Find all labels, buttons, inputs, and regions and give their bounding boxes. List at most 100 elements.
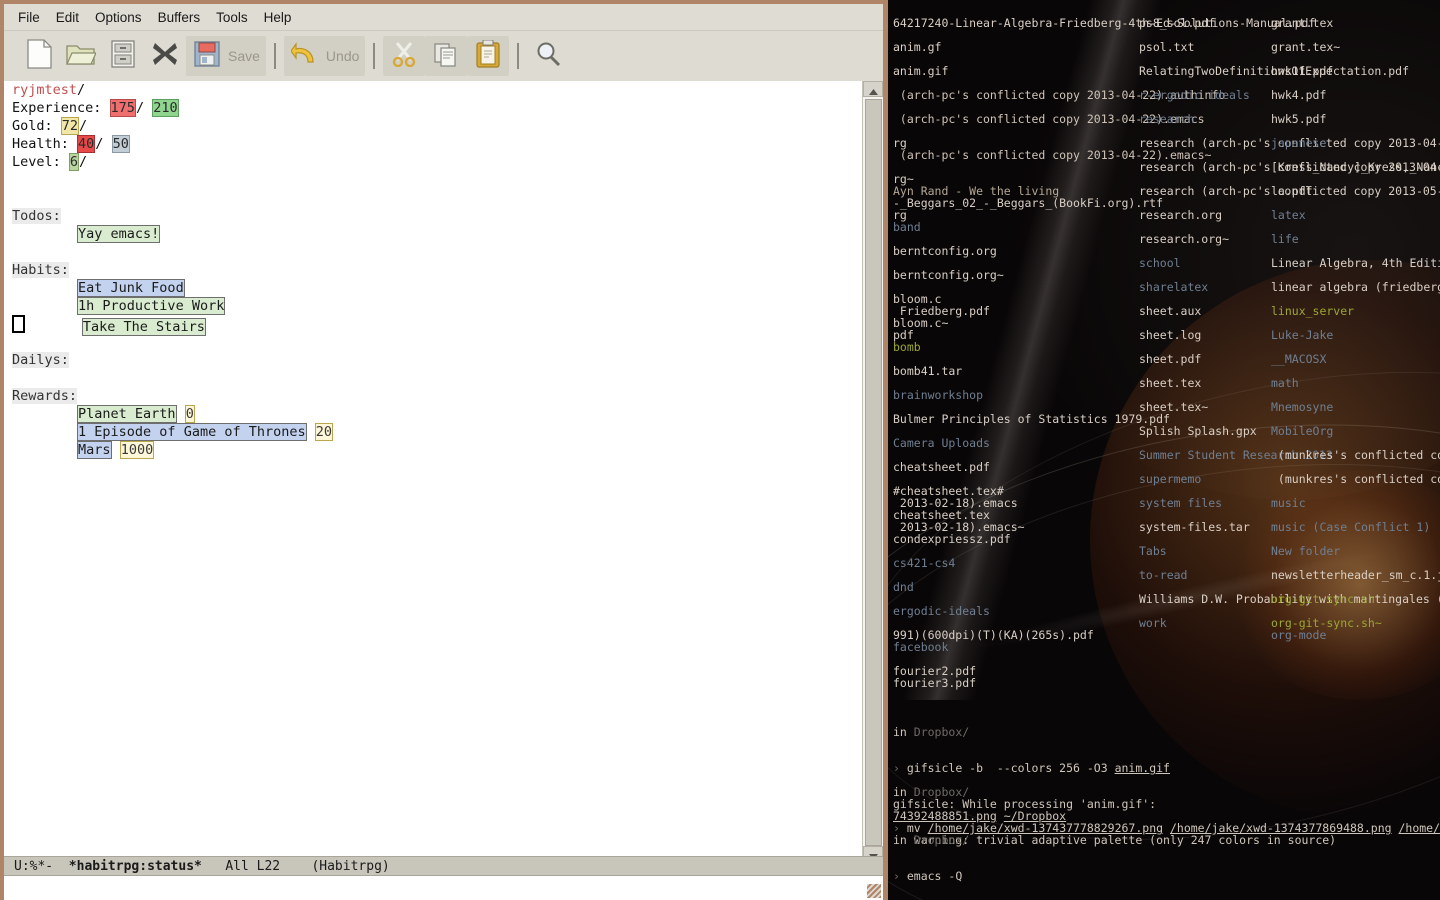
- task-line: Mars 1000: [12, 441, 333, 459]
- command-argument-2[interactable]: /home/jake/xwd-1374377869488.png: [1170, 821, 1392, 835]
- ls-column-3: grant.tex grant.tex~ hwk11.pdf hwk4.pdf …: [1271, 17, 1440, 641]
- task-line: 1h Productive Work: [12, 297, 333, 315]
- buffer-line: [12, 243, 333, 261]
- ls-entry: math: [1271, 377, 1440, 389]
- stat-label: Health:: [12, 136, 78, 152]
- ls-entry-name: research.org: [1139, 208, 1223, 222]
- save-button-label: Save: [228, 48, 260, 64]
- tool-bar[interactable]: Save Undo: [4, 31, 883, 82]
- ls-entry: hwk11.pdf: [1271, 65, 1440, 77]
- task-item[interactable]: Eat Junk Food: [77, 279, 185, 297]
- task-line: Yay emacs!: [12, 225, 333, 243]
- open-file-button[interactable]: [60, 36, 102, 76]
- ls-entry-name: psol.txt: [1139, 40, 1195, 54]
- shell-block-emacs: in Dropbox/ › emacs -Q ▯: [893, 810, 969, 900]
- ls-entry-name: grant.tex~: [1271, 40, 1341, 54]
- ls-entry-name: sheet.aux: [1139, 304, 1202, 318]
- emacs-window[interactable]: File Edit Options Buffers Tools Help Sav…: [0, 0, 888, 900]
- ls-entry: org-mode: [1271, 629, 1440, 641]
- stat-separator: /: [79, 118, 88, 134]
- stat-current-value[interactable]: 40: [77, 135, 96, 153]
- stat-current-value[interactable]: 72: [60, 117, 80, 135]
- paste-button[interactable]: [467, 36, 510, 76]
- resize-grip[interactable]: [867, 884, 881, 898]
- ls-entry-name: system-files.tar: [1139, 520, 1250, 534]
- ls-entry-name: ps8_sol.pdf: [1139, 16, 1216, 30]
- close-buffer-button[interactable]: [144, 36, 186, 76]
- undo-button[interactable]: Undo: [283, 36, 366, 76]
- menu-item-help[interactable]: Help: [258, 8, 298, 27]
- ls-entry-name: r-ergodic ideals: [1139, 88, 1250, 102]
- ls-entry-name: sheet.tex: [1139, 376, 1202, 390]
- ls-entry-name: grant.tex: [1271, 16, 1334, 30]
- task-item[interactable]: Yay emacs!: [77, 225, 161, 243]
- scrollbar-thumb[interactable]: [865, 99, 882, 846]
- buffer-area[interactable]: ryjmtest/Experience: 175/ 210 Gold: 72/He…: [4, 81, 883, 862]
- buffer-line: [12, 171, 333, 189]
- copy-button[interactable]: [425, 36, 468, 76]
- ls-entry-name: research: [1139, 112, 1195, 126]
- ls-entry: [Kress_Nancy]_Kress,_Nancy_: [1271, 161, 1440, 173]
- ls-entry-name: hwk11.pdf: [1271, 64, 1334, 78]
- ls-entry: hwk5.pdf: [1271, 113, 1440, 125]
- ls-entry-name: Bulmer Principles of Statistics 1979.pdf: [893, 412, 1170, 426]
- task-value: 1000: [119, 441, 155, 459]
- stat-current-value[interactable]: 6: [68, 153, 80, 171]
- copy-icon: [433, 41, 459, 71]
- user-line: ryjmtest/: [12, 81, 333, 99]
- ls-entry: Luke-Jake: [1271, 329, 1440, 341]
- menu-item-file[interactable]: File: [12, 8, 46, 27]
- command-argument-4[interactable]: ~/Dropbox: [1004, 809, 1066, 823]
- task-item[interactable]: Planet Earth: [77, 405, 177, 423]
- stat-line: Level: 6/: [12, 153, 333, 171]
- scroll-up-button[interactable]: [863, 81, 883, 97]
- save-as-button[interactable]: [102, 36, 144, 76]
- ls-entry-name: MobileOrg: [1271, 424, 1334, 438]
- in-label: in: [893, 725, 914, 739]
- task-line: Eat Junk Food: [12, 279, 333, 297]
- vertical-scrollbar[interactable]: [862, 81, 883, 862]
- ls-entry: latex: [1271, 209, 1440, 221]
- save-floppy-icon: [194, 41, 220, 71]
- ls-entry-name: brainworkshop: [893, 388, 984, 402]
- ls-entry-name: New folder: [1271, 544, 1341, 558]
- ls-entry-name: Linear Algebra, 4th Edition: [1271, 256, 1440, 270]
- ls-entry-name: -_Beggars_02_-_Beggars_(BookFi.org).rtf: [893, 196, 1164, 210]
- stat-separator: /: [95, 136, 112, 152]
- ls-entry-name: supermemo: [1139, 472, 1202, 486]
- ls-entry-name: condexpriessz.pdf: [893, 532, 1011, 546]
- ls-entry: Mnemosyne: [1271, 401, 1440, 413]
- ls-entry-name: work: [1139, 616, 1167, 630]
- save-button[interactable]: Save: [186, 36, 266, 76]
- ls-entry-name: Camera Uploads: [893, 436, 990, 450]
- menu-item-options[interactable]: Options: [89, 8, 148, 27]
- menu-bar[interactable]: File Edit Options Buffers Tools Help: [4, 4, 883, 31]
- search-button[interactable]: [527, 36, 569, 76]
- menu-item-edit[interactable]: Edit: [50, 8, 85, 27]
- ls-entry-name: music (Case Conflict 1): [1271, 520, 1431, 534]
- task-item[interactable]: 1h Productive Work: [77, 297, 226, 315]
- username: ryjmtest: [12, 82, 78, 98]
- ls-entry-name: hwk4.pdf: [1271, 88, 1327, 102]
- stat-line: Gold: 72/: [12, 117, 333, 135]
- new-file-button[interactable]: [18, 36, 60, 76]
- task-item[interactable]: Take The Stairs: [81, 318, 206, 336]
- search-magnifier-icon: [535, 41, 561, 71]
- ls-entry: 991)(600dpi)(T)(KA)(265s).pdf: [893, 629, 1315, 641]
- ls-entry: life: [1271, 233, 1440, 245]
- ls-entry: (munkres's conflicted copy: [1271, 449, 1440, 461]
- ls-entry-name: hwk5.pdf: [1271, 112, 1327, 126]
- task-item[interactable]: Mars: [77, 441, 112, 459]
- stat-current-value[interactable]: 175: [109, 99, 136, 117]
- cut-button[interactable]: [383, 36, 426, 76]
- mode-line-position: All L22: [225, 859, 281, 874]
- cut-scissors-icon: [391, 41, 417, 71]
- ls-entry-name: sheet.tex~: [1139, 400, 1209, 414]
- stat-label: Gold:: [12, 118, 61, 134]
- ls-entry-name: org-git-sync.sh: [1271, 592, 1375, 606]
- menu-item-buffers[interactable]: Buffers: [152, 8, 207, 27]
- task-item[interactable]: 1 Episode of Game of Thrones: [77, 423, 307, 441]
- command-argument-3[interactable]: /home/jake/xwd-1374392488851.png: [1398, 821, 1440, 835]
- menu-item-tools[interactable]: Tools: [210, 8, 254, 27]
- ls-entry: New folder: [1271, 545, 1440, 557]
